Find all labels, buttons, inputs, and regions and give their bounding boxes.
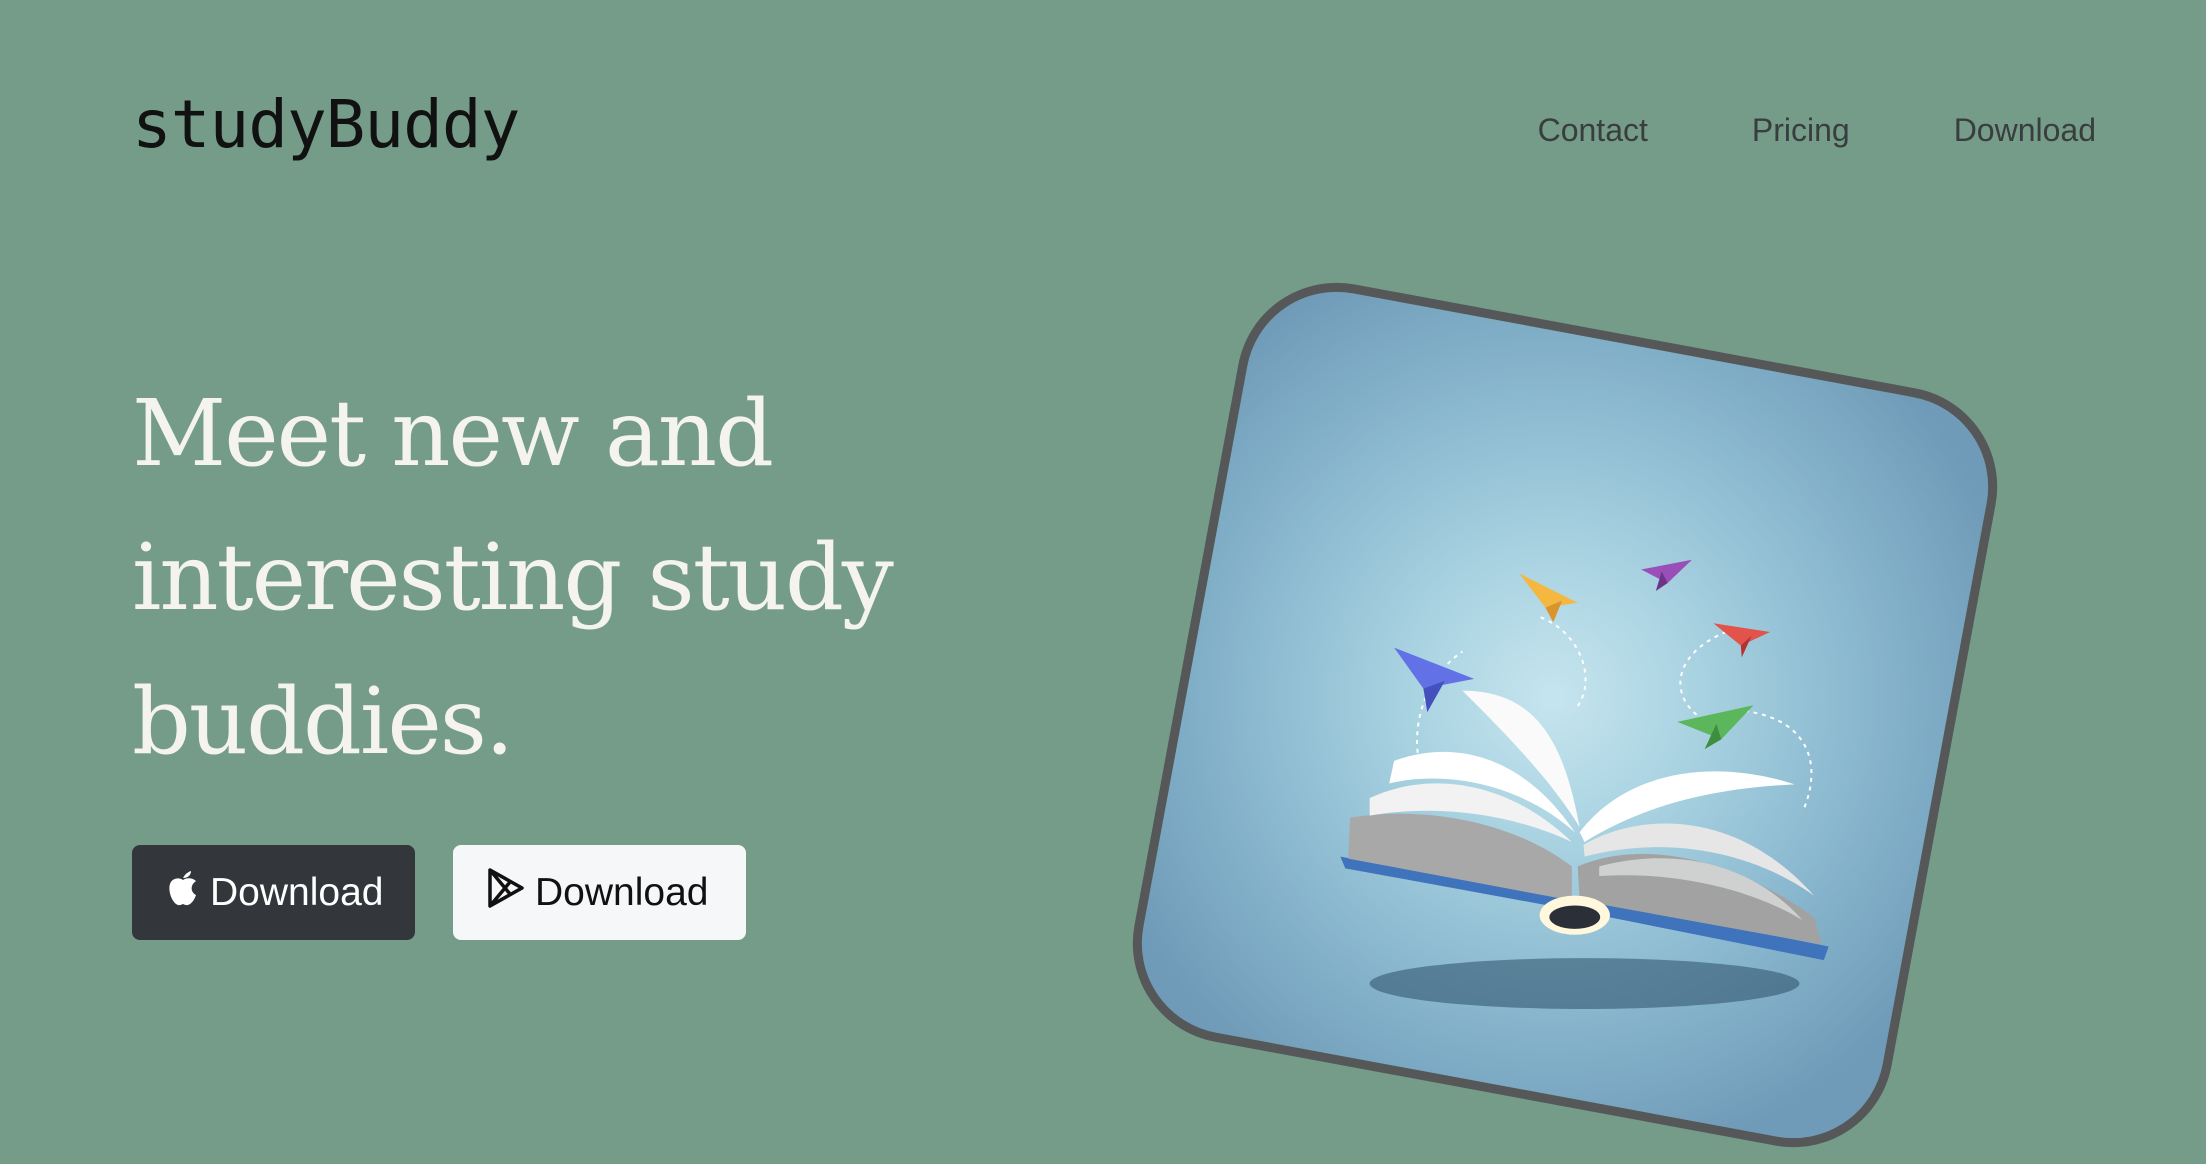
plane-red: [1713, 623, 1771, 646]
book-illustration: [1340, 559, 1829, 1009]
download-android-button[interactable]: Download: [453, 845, 746, 940]
hero-illustration: [1116, 266, 2014, 1164]
plane-orange: [1519, 573, 1578, 608]
hero-title: Meet new and interesting study buddies.: [132, 380, 894, 775]
google-play-icon: [487, 867, 525, 919]
top-nav: Contact Pricing Download: [1538, 114, 2096, 146]
plane-blue: [1394, 647, 1475, 689]
nav-pricing[interactable]: Pricing: [1752, 114, 1850, 146]
download-ios-label: Download: [210, 870, 384, 914]
download-ios-button[interactable]: Download: [132, 845, 415, 940]
book-shadow: [1369, 958, 1800, 1009]
apple-icon: [166, 869, 200, 917]
nav-contact[interactable]: Contact: [1538, 114, 1648, 146]
logo[interactable]: studyBuddy: [132, 92, 520, 158]
nav-download[interactable]: Download: [1954, 114, 2096, 146]
download-android-label: Download: [535, 870, 709, 914]
plane-purple: [1641, 559, 1692, 584]
